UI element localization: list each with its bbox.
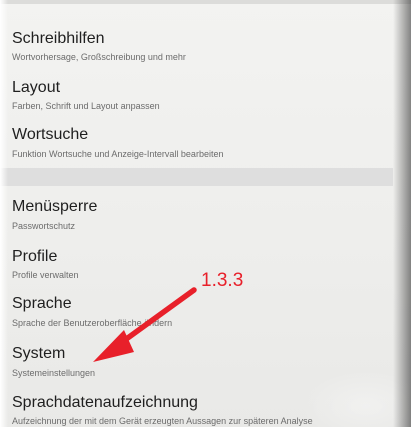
settings-item-schreibhilfen[interactable]: Schreibhilfen Wortvorhersage, Großschrei… xyxy=(0,22,393,68)
item-subtitle: Aufzeichnung der mit dem Gerät erzeugten… xyxy=(12,416,313,426)
item-title: Profile xyxy=(12,248,58,265)
settings-screen: Schreibhilfen Wortvorhersage, Großschrei… xyxy=(0,0,411,427)
settings-item-wortsuche[interactable]: Wortsuche Funktion Wortsuche und Anzeige… xyxy=(0,118,393,166)
edge-highlight xyxy=(0,0,8,427)
item-title: Wortsuche xyxy=(12,126,89,143)
top-divider xyxy=(0,0,411,4)
item-title: Sprachdatenaufzeichnung xyxy=(12,394,198,411)
item-subtitle: Farben, Schrift und Layout anpassen xyxy=(12,101,160,111)
item-subtitle: Sprache der Benutzeroberfläche ändern xyxy=(12,318,173,328)
settings-item-menuesperre[interactable]: Menüsperre Passwortschutz xyxy=(0,190,393,238)
item-subtitle: Passwortschutz xyxy=(12,221,76,231)
settings-item-layout[interactable]: Layout Farben, Schrift und Layout anpass… xyxy=(0,70,393,116)
item-title: Menüsperre xyxy=(12,198,98,215)
item-title: System xyxy=(12,345,66,362)
settings-item-profile[interactable]: Profile Profile verwalten xyxy=(0,240,393,286)
item-subtitle: Profile verwalten xyxy=(12,270,79,280)
item-subtitle: Systemeinstellungen xyxy=(12,368,96,378)
item-subtitle: Funktion Wortsuche und Anzeige-Intervall… xyxy=(12,149,224,159)
annotation-label: 1.3.3 xyxy=(201,270,244,291)
item-title: Schreibhilfen xyxy=(12,30,105,47)
section-divider xyxy=(0,168,393,186)
settings-item-sprache[interactable]: Sprache Sprache der Benutzeroberfläche ä… xyxy=(0,288,393,336)
item-subtitle: Wortvorhersage, Großschreibung und mehr xyxy=(12,52,186,62)
item-title: Layout xyxy=(12,79,61,96)
edge-shadow xyxy=(393,0,411,427)
item-title: Sprache xyxy=(12,295,72,312)
